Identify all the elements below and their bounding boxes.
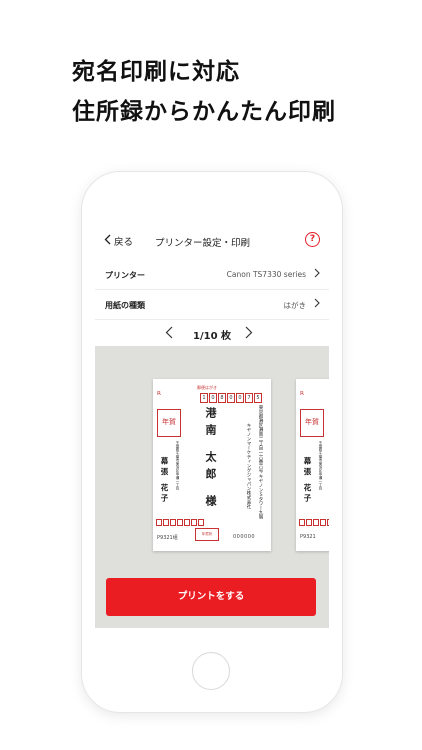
home-button[interactable]	[192, 652, 230, 690]
zip-digit: 1	[200, 393, 208, 403]
lottery-group-code: P9321	[157, 535, 173, 541]
postcard-title: 郵便はがき	[197, 385, 217, 390]
zip-digit: 0	[227, 393, 235, 403]
back-label: 戻る	[114, 237, 134, 248]
phone-screen: 戻る プリンター設定・印刷 ? プリンター Canon TS7330 serie…	[95, 222, 329, 628]
print-button[interactable]: プリントをする	[106, 578, 316, 616]
sender-zip-boxes	[299, 519, 329, 526]
paper-type-label: 用紙の種類	[105, 301, 145, 310]
stamp-box: 年賀	[157, 409, 181, 437]
headline-line-2: 住所録からかんたん印刷	[72, 99, 336, 125]
chevron-left-icon	[104, 234, 111, 248]
zip-code-boxes: 1 0 8 0 0 7 5	[200, 393, 262, 403]
sender-address: 千葉県千葉市美浜区中瀬一丁目	[319, 441, 323, 490]
logo-icon: ᴿ	[157, 391, 161, 401]
lottery-group: P9321	[300, 534, 316, 540]
zip-digit: 0	[209, 393, 217, 403]
headline-line-1: 宛名印刷に対応	[72, 59, 240, 85]
zip-digit: 8	[218, 393, 226, 403]
stamp-box: 年賀	[300, 409, 324, 437]
back-button[interactable]: 戻る	[104, 234, 133, 248]
lottery-number: 000000	[233, 534, 256, 540]
chevron-right-icon	[314, 298, 320, 310]
sender-name: 幕張 花子	[303, 457, 312, 505]
postcard: ᴿ 郵便はがき 1 0 8 0 0 7 5 年賀 東京都港区港南二丁目一六番六号…	[153, 379, 271, 551]
help-icon[interactable]: ?	[305, 232, 320, 247]
page-title: プリンター設定・印刷	[155, 238, 251, 249]
headline: 宛名印刷に対応 住所録からかんたん印刷	[72, 52, 336, 132]
printer-label: プリンター	[105, 271, 145, 280]
paper-type-value: はがき	[283, 301, 307, 310]
recipient-name: 港南 太郎 様	[204, 407, 217, 512]
chevron-right-icon	[314, 268, 320, 280]
prev-page-button[interactable]	[165, 326, 173, 342]
recipient-address-text: 東京都港区港南二丁目一六番六号 キヤノンＳタワー九階	[258, 405, 263, 519]
lottery-group-suffix: 组	[172, 535, 178, 541]
page-count: 1/10 枚	[193, 331, 232, 342]
nenga-badge: 年賀状	[195, 528, 219, 541]
sender-address: 千葉県千葉市美浜区中瀬一丁目	[176, 441, 180, 490]
sender-name: 幕張 花子	[160, 457, 169, 505]
printer-value: Canon TS7330 series	[226, 270, 306, 279]
lottery-group-code: P9321	[300, 534, 316, 540]
next-page-button[interactable]	[245, 326, 253, 342]
recipient-company: キヤノンマーケティングジャパン株式会社	[246, 423, 251, 509]
zip-digit: 0	[236, 393, 244, 403]
postcard-next: ᴿ 年賀 千葉県千葉市美浜区中瀬一丁目 幕張 花子 P9321	[296, 379, 329, 551]
paper-type-row[interactable]: 用紙の種類 はがき	[95, 290, 329, 320]
postcard-preview: ᴿ 郵便はがき 1 0 8 0 0 7 5 年賀 東京都港区港南二丁目一六番六号…	[95, 346, 329, 628]
printer-row[interactable]: プリンター Canon TS7330 series	[95, 260, 329, 290]
recipient-address: 東京都港区港南二丁目一六番六号 キヤノンＳタワー九階	[257, 405, 263, 519]
page-pager: 1/10 枚	[95, 320, 329, 346]
logo-icon: ᴿ	[300, 391, 304, 401]
zip-digit: 5	[254, 393, 262, 403]
lottery-group: P9321组	[157, 534, 178, 541]
nav-bar: 戻る プリンター設定・印刷 ?	[95, 222, 329, 260]
phone-frame: 戻る プリンター設定・印刷 ? プリンター Canon TS7330 serie…	[82, 172, 342, 712]
zip-digit: 7	[245, 393, 253, 403]
sender-zip-boxes	[156, 519, 204, 526]
